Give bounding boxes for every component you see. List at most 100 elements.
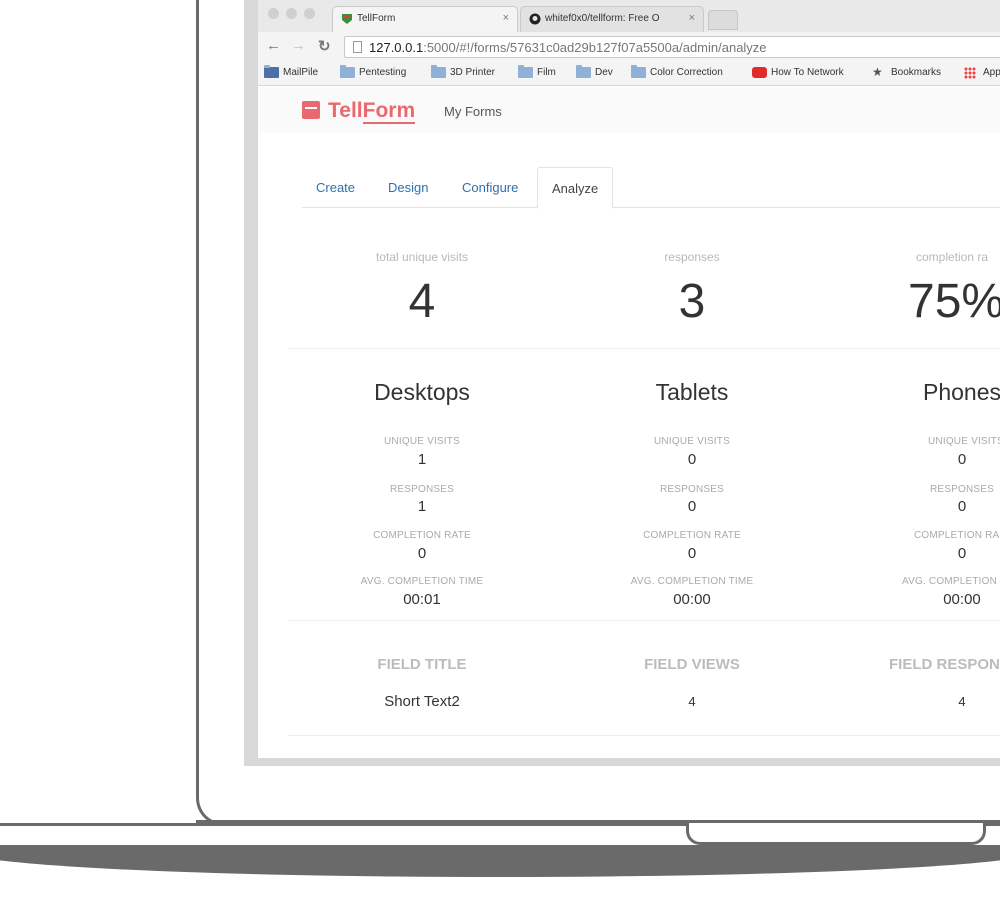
- my-forms-link[interactable]: My Forms: [444, 104, 502, 119]
- field-views-cell: 4: [688, 694, 696, 709]
- tab-close-icon[interactable]: ×: [503, 12, 509, 24]
- mail-icon: [264, 65, 279, 78]
- url-path: :5000/#!/forms/57631c0ad29b127f07a5500a/…: [423, 40, 767, 55]
- section-divider: [288, 735, 1000, 736]
- browser-toolbar: ← → ↻ 127.0.0.1:5000/#!/forms/57631c0ad2…: [258, 32, 1000, 60]
- laptop-notch: [686, 823, 986, 845]
- bookmark-dev[interactable]: Dev: [576, 65, 613, 78]
- responses-value: 1: [417, 498, 427, 515]
- address-bar[interactable]: 127.0.0.1:5000/#!/forms/57631c0ad29b127f…: [344, 36, 1000, 58]
- bookmark-label: Color Correction: [650, 67, 723, 78]
- folder-icon: [576, 65, 591, 78]
- bookmark-pentesting[interactable]: Pentesting: [340, 65, 407, 78]
- section-divider: [288, 348, 1000, 349]
- unique-visits-label: UNIQUE VISITS: [384, 436, 460, 447]
- column-header-field-title: FIELD TITLE: [377, 656, 467, 673]
- reload-icon[interactable]: ↻: [318, 37, 331, 55]
- folder-icon: [518, 65, 533, 78]
- avg-time-label: AVG. COMPLETION TIME: [630, 576, 754, 587]
- bookmark-label: Film: [537, 67, 556, 78]
- youtube-icon: [752, 67, 767, 78]
- browser-window: TellForm × whitef0x0/tellform: Free O × …: [258, 0, 1000, 758]
- folder-icon: [431, 65, 446, 78]
- device-title: Desktops: [374, 379, 470, 405]
- tellform-logo-icon: [302, 101, 320, 119]
- completion-rate-value: 0: [957, 545, 967, 562]
- unique-visits-label: UNIQUE VISITS: [928, 436, 1000, 447]
- browser-tab-tellform[interactable]: TellForm ×: [332, 6, 518, 32]
- bookmark-label: How To Network: [771, 67, 844, 78]
- avg-time-value: 00:00: [673, 591, 711, 608]
- total-visits-value: 4: [408, 275, 436, 328]
- minimize-window-icon[interactable]: [286, 8, 297, 19]
- responses-label: responses: [664, 250, 720, 264]
- tab-title: whitef0x0/tellform: Free O: [545, 13, 660, 24]
- maximize-window-icon[interactable]: [304, 8, 315, 19]
- github-icon: [529, 13, 541, 25]
- completion-rate-label: COMPLETION RATE: [373, 530, 471, 541]
- completion-rate-value: 0: [687, 545, 697, 562]
- avg-time-value: 00:00: [943, 591, 981, 608]
- tellform-logo[interactable]: TellForm: [302, 99, 416, 124]
- avg-time-label: AVG. COMPLETION TIME: [360, 576, 484, 587]
- laptop-base-shadow: [0, 845, 1000, 877]
- bookmark-film[interactable]: Film: [518, 65, 556, 78]
- folder-icon: [631, 65, 646, 78]
- tab-close-icon[interactable]: ×: [689, 12, 695, 24]
- laptop-mockup: TellForm × whitef0x0/tellform: Free O × …: [0, 0, 1000, 920]
- tab-analyze[interactable]: Analyze: [537, 167, 614, 209]
- star-icon: ★: [872, 65, 883, 79]
- bookmark-color-correction[interactable]: Color Correction: [631, 65, 723, 78]
- responses-value: 0: [687, 498, 697, 515]
- device-title: Phones: [923, 379, 1000, 405]
- section-divider: [288, 620, 1000, 621]
- bookmark-mailpile[interactable]: MailPile: [264, 65, 318, 78]
- bookmarks-bar: MailPile Pentesting 3D Printer Film Dev …: [258, 60, 1000, 86]
- bookmark-label: 3D Printer: [450, 67, 496, 78]
- new-tab-button[interactable]: [708, 10, 738, 30]
- app-header: TellForm My Forms: [258, 87, 1000, 133]
- form-admin-tabs: Create Design Configure Analyze: [302, 167, 1000, 209]
- field-title-cell: Short Text2: [384, 693, 460, 710]
- url-host: 127.0.0.1: [369, 40, 424, 55]
- bookmark-bookmarks[interactable]: ★ Bookmarks: [872, 65, 941, 79]
- completion-rate-label: COMPLETION RATE: [643, 530, 741, 541]
- column-header-field-views: FIELD VIEWS: [644, 656, 740, 673]
- responses-label: RESPONSES: [929, 484, 995, 495]
- apps-icon: [964, 67, 976, 79]
- tab-title: TellForm: [357, 13, 396, 24]
- avg-time-value: 00:01: [403, 591, 441, 608]
- completion-rate-value: 0: [417, 545, 427, 562]
- responses-label: RESPONSES: [389, 484, 455, 495]
- unique-visits-value: 0: [957, 451, 967, 468]
- tellform-favicon-icon: [342, 14, 352, 24]
- tellform-page: TellForm My Forms Create Design Configur…: [258, 87, 1000, 758]
- avg-time-label: AVG. COMPLETION: [902, 576, 998, 587]
- bookmark-how-to-network[interactable]: How To Network: [752, 67, 844, 78]
- responses-label: RESPONSES: [659, 484, 725, 495]
- bookmark-3d-printer[interactable]: 3D Printer: [431, 65, 496, 78]
- responses-value: 3: [678, 275, 706, 328]
- browser-tab-bar: TellForm × whitef0x0/tellform: Free O ×: [258, 0, 1000, 32]
- tab-create[interactable]: Create: [316, 180, 355, 195]
- field-responses-cell: 4: [958, 694, 966, 709]
- close-window-icon[interactable]: [268, 8, 279, 19]
- tab-design[interactable]: Design: [388, 180, 428, 195]
- folder-icon: [340, 65, 355, 78]
- bookmark-label: Dev: [595, 67, 613, 78]
- completion-rate-label: COMPLETION RA: [914, 530, 1000, 541]
- tab-configure[interactable]: Configure: [462, 180, 518, 195]
- unique-visits-label: UNIQUE VISITS: [654, 436, 730, 447]
- logo-text-prefix: Tell: [328, 99, 363, 122]
- bookmark-label: Pentesting: [359, 67, 407, 78]
- responses-value: 0: [957, 498, 967, 515]
- device-title: Tablets: [655, 379, 729, 405]
- bookmark-label: App: [983, 67, 1000, 78]
- forward-arrow-icon[interactable]: →: [291, 37, 306, 54]
- logo-text-suffix: Form: [362, 99, 416, 124]
- browser-tab-github[interactable]: whitef0x0/tellform: Free O ×: [520, 6, 704, 32]
- bookmark-apps[interactable]: App: [964, 67, 1000, 79]
- unique-visits-value: 0: [687, 451, 697, 468]
- back-arrow-icon[interactable]: ←: [266, 37, 281, 54]
- page-icon: [353, 41, 362, 53]
